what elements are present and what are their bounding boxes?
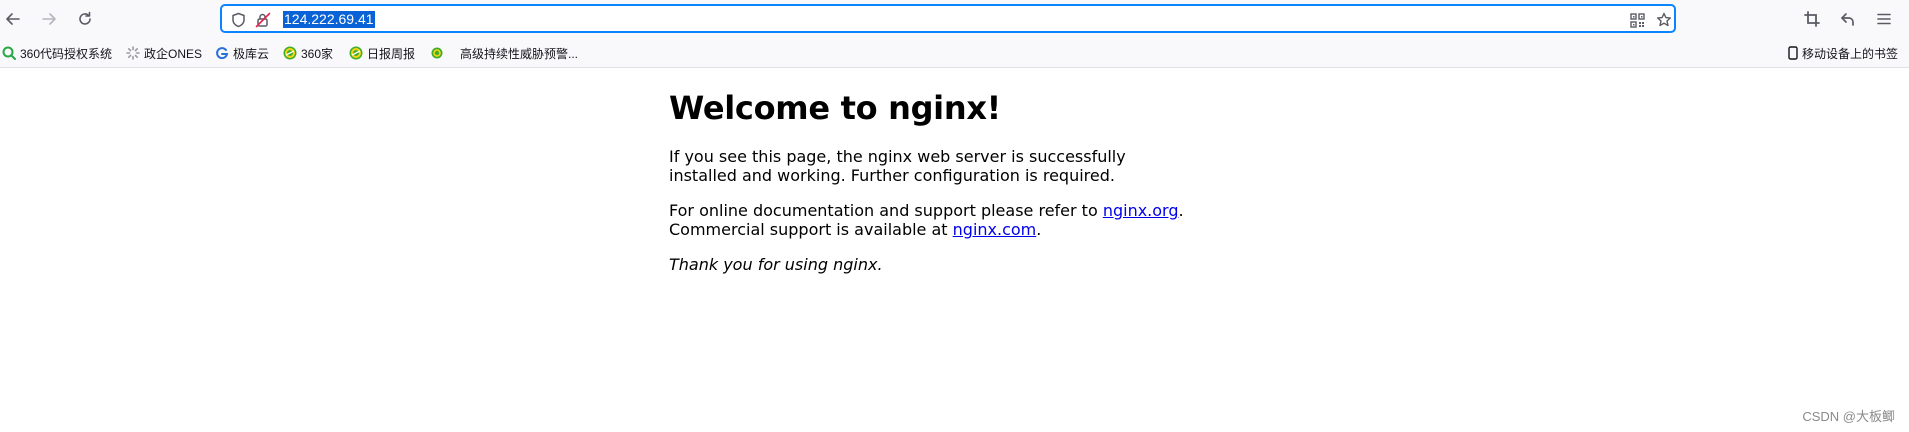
360-logo-icon	[349, 46, 363, 60]
back-arrow-icon	[6, 13, 20, 25]
bookmark-item[interactable]: 360代码授权系统	[2, 45, 112, 61]
reload-button[interactable]	[73, 7, 97, 31]
browser-toolbar: 124.222.69.41	[0, 0, 1909, 38]
bookmark-item[interactable]: 日报周报	[349, 45, 415, 61]
undo-icon	[1841, 13, 1854, 26]
install-paragraph: If you see this page, the nginx web serv…	[669, 147, 1126, 185]
bookmark-label: 高级持续性威胁预警...	[460, 46, 579, 61]
address-bar[interactable]: 124.222.69.41	[220, 4, 1676, 33]
back-button[interactable]	[1, 7, 25, 31]
reload-icon	[79, 11, 91, 25]
qr-code-icon[interactable]	[1629, 12, 1645, 28]
url-text[interactable]: 124.222.69.41	[283, 11, 375, 28]
page-title: Welcome to nginx!	[669, 89, 1001, 127]
nginx-org-link[interactable]: nginx.org	[1103, 201, 1179, 220]
commercial-period: .	[1036, 220, 1042, 239]
bookmark-item[interactable]: 政企ONES	[126, 45, 202, 61]
spinner-icon	[126, 46, 140, 60]
cloud-g-icon	[215, 46, 229, 60]
docs-paragraph: For online documentation and support ple…	[669, 201, 1189, 239]
menu-button[interactable]	[1872, 7, 1896, 31]
bookmark-label: 日报周报	[367, 46, 416, 61]
mobile-bookmarks-label: 移动设备上的书签	[1802, 46, 1899, 61]
mobile-device-icon	[1786, 46, 1800, 60]
bookmarks-toolbar: 360代码授权系统 政企ONES 极库云 360家 日报周报 高级持续性威胁预警…	[0, 38, 1909, 68]
docs-text: For online documentation and support ple…	[669, 201, 1103, 220]
forward-arrow-icon	[42, 13, 56, 25]
360-logo-icon	[283, 46, 297, 60]
docs-period: .	[1178, 201, 1184, 220]
bookmark-label: 360代码授权系统	[20, 46, 113, 61]
bookmark-item[interactable]: 极库云	[215, 45, 269, 61]
bookmark-label: 政企ONES	[144, 46, 203, 61]
nginx-com-link[interactable]: nginx.com	[953, 220, 1037, 239]
bookmark-item[interactable]: 360家	[283, 45, 333, 61]
crop-button[interactable]	[1800, 7, 1824, 31]
360-small-icon	[430, 46, 444, 60]
bookmark-star-icon[interactable]	[1656, 12, 1672, 28]
undo-button[interactable]	[1836, 7, 1860, 31]
nginx-welcome-page: Welcome to nginx! If you see this page, …	[669, 68, 1189, 274]
bookmark-label: 极库云	[233, 46, 270, 61]
menu-icon	[1877, 13, 1891, 25]
bookmark-label: 360家	[301, 46, 334, 61]
insecure-lock-icon[interactable]	[255, 12, 271, 28]
bookmark-item[interactable]: 高级持续性威胁预警...	[430, 45, 578, 61]
mobile-bookmarks[interactable]: 移动设备上的书签	[1786, 45, 1898, 61]
thanks-text: Thank you for using nginx.	[669, 255, 883, 274]
watermark: CSDN @大板鲫	[1802, 409, 1895, 424]
crop-icon	[1804, 11, 1820, 27]
forward-button[interactable]	[37, 7, 61, 31]
commercial-text: Commercial support is available at	[669, 220, 953, 239]
search-circle-icon	[2, 46, 16, 60]
shield-icon[interactable]	[230, 12, 246, 28]
